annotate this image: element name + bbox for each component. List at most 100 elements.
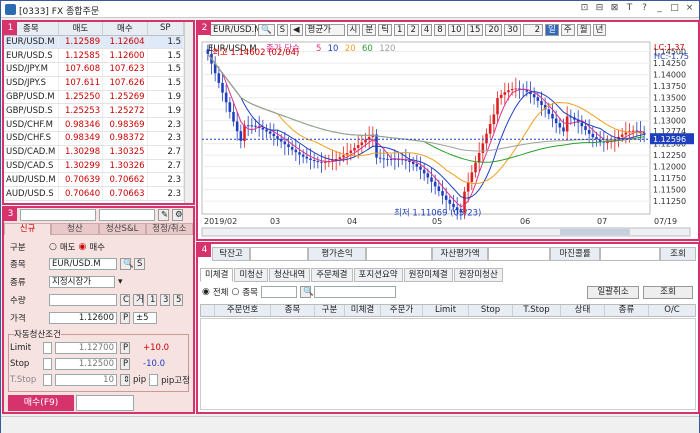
quote-bid[interactable]: 107.611 [58,76,104,91]
count-input[interactable]: 2 [523,24,544,36]
tab-liquidation-history[interactable]: 청산내역 [268,268,311,282]
qty-clear-button[interactable]: C [120,294,130,306]
col-unfilled[interactable]: 미체결 [345,305,381,316]
font-icon[interactable]: T [624,3,635,14]
play-icon[interactable]: ◀ [290,24,303,36]
tab-new[interactable]: 신규 [4,223,52,235]
qty-input[interactable] [49,294,117,306]
col-symbol[interactable]: 종목 [271,305,315,316]
quote-ask[interactable]: 1.12604 [102,35,148,50]
gear-icon[interactable]: ⚙ [172,209,183,221]
num-1[interactable]: 1 [394,24,406,36]
period-day[interactable]: 일 [545,24,559,36]
orders-inquiry-button[interactable]: 조회 [643,286,693,299]
quote-ask[interactable]: 1.25269 [102,90,148,105]
quote-symbol[interactable]: GBP/USD.M [4,90,59,105]
quote-row[interactable]: USD/JPY.M 107.608 107.623 1.5 [4,62,185,77]
search-icon[interactable]: 🔍 [120,258,134,270]
quote-bid[interactable]: 0.98349 [58,131,104,146]
quote-symbol[interactable]: GBP/USD.S [4,103,59,119]
quote-ask[interactable]: 0.70662 [102,172,148,188]
tab-liquidate-sl[interactable]: 청산S&L [98,223,146,235]
symbol-select[interactable]: EUR/USD.M [49,258,117,270]
tstop-input[interactable]: 10 [55,374,117,386]
quote-symbol[interactable]: AUD/USD.S [4,186,59,202]
order-type-select[interactable]: 지정시장가 [49,276,115,288]
col-stop[interactable]: Stop [469,305,513,316]
period-year[interactable]: 년 [592,24,607,36]
quote-symbol[interactable]: AUD/USD.M [4,172,59,188]
tab-open-positions[interactable]: 미청산 [234,268,268,282]
password-input[interactable] [99,209,155,221]
col-spread[interactable]: SP [147,22,185,36]
chart-symbol-select[interactable]: EUR/USD.M [210,24,262,36]
period-hour[interactable]: 시 [346,24,361,36]
quote-row[interactable]: GBP/USD.S 1.25253 1.25272 1.9 [4,103,185,119]
minimize-button[interactable]: _ [654,3,665,14]
quote-symbol[interactable]: USD/CAD.M [4,145,59,160]
quote-symbol[interactable]: USD/JPY.S [4,76,59,91]
num-15[interactable]: 15 [466,24,484,36]
period-tick[interactable]: 틱 [378,24,393,36]
quote-row[interactable]: EUR/USD.M 1.12589 1.12604 1.5 [4,35,185,50]
submit-note-field[interactable] [76,395,134,411]
limit-p-button[interactable]: P [120,342,130,354]
price-p-button[interactable]: P [120,312,130,324]
account-inquiry-button[interactable]: 조회 [660,247,696,261]
col-side[interactable]: 구분 [315,305,345,316]
tab-liquidate[interactable]: 청산 [51,223,99,235]
quote-row[interactable]: AUD/USD.M 0.70639 0.70662 2.3 [4,172,185,188]
edit-icon[interactable]: ✎ [158,209,169,221]
s-button[interactable]: S [134,258,145,270]
tab-ledger-open[interactable]: 원장미청산 [453,268,503,282]
radio-buy[interactable]: ◉ [79,242,87,252]
quote-symbol[interactable]: USD/JPY.M [4,62,59,77]
radio-symbol[interactable]: ○ [232,287,240,297]
qty-geo-button[interactable]: 거 [133,294,144,306]
qty-3-button[interactable]: 3 [160,294,170,306]
pip-fix-checkbox[interactable] [149,374,159,386]
filter-search-icon[interactable]: 🔍 [300,286,314,298]
close-button[interactable]: × [684,3,695,14]
tstop-spin[interactable]: ⇕ [120,374,130,386]
col-order-no[interactable]: 주문번호 [215,305,271,316]
quote-ask[interactable]: 107.626 [102,76,148,91]
submit-buy-button[interactable]: 매수(F9) [8,395,74,411]
quote-row[interactable]: GBP/USD.M 1.25250 1.25269 1.9 [4,90,185,105]
quote-ask[interactable]: 1.12600 [102,48,148,64]
quote-ask[interactable]: 1.25272 [102,103,148,119]
num-10[interactable]: 10 [447,24,465,36]
indicator-select[interactable]: 평균가 [304,24,345,36]
radio-sell[interactable]: ○ [49,242,57,252]
tab-fills[interactable]: 주문체결 [311,268,353,282]
col-oc[interactable]: O/C [649,305,695,316]
quote-ask[interactable]: 0.70663 [102,186,148,202]
qty-1-button[interactable]: 1 [147,294,157,306]
quote-row[interactable]: USD/CHF.S 0.98349 0.98372 2.3 [4,131,185,146]
quote-scrollbar[interactable] [184,22,193,203]
print-icon[interactable]: ⊠ [609,3,620,14]
tab-unfilled[interactable]: 미체결 [200,268,234,282]
link-icon[interactable]: ⊡ [579,3,590,14]
help-icon[interactable]: ? [639,3,650,14]
account-select[interactable] [20,209,96,221]
maximize-button[interactable]: □ [669,3,680,14]
quote-bid[interactable]: 107.608 [58,62,104,77]
quote-row[interactable]: USD/CHF.M 0.98346 0.98369 2.3 [4,117,185,133]
quote-ask[interactable]: 1.30325 [102,145,148,160]
quote-bid[interactable]: 1.12589 [58,35,104,50]
quote-row[interactable]: USD/CAD.M 1.30298 1.30325 2.7 [4,145,185,160]
filter-symbol-select[interactable] [261,286,297,298]
select-all-checkbox[interactable] [201,305,215,316]
quote-row[interactable]: EUR/USD.S 1.12585 1.12600 1.5 [4,48,185,64]
num-2[interactable]: 2 [407,24,419,36]
quote-symbol[interactable]: USD/CHF.S [4,131,59,146]
num-8[interactable]: 8 [434,24,446,36]
chart-search-icon[interactable]: 🔍 [258,24,275,36]
col-status[interactable]: 상태 [561,305,605,316]
col-order-price[interactable]: 주문가 [381,305,423,316]
quote-bid[interactable]: 1.25253 [58,103,104,119]
price-input[interactable]: 1.12600 [49,312,117,324]
tstop-checkbox[interactable] [43,374,52,386]
quote-ask[interactable]: 0.98372 [102,131,148,146]
